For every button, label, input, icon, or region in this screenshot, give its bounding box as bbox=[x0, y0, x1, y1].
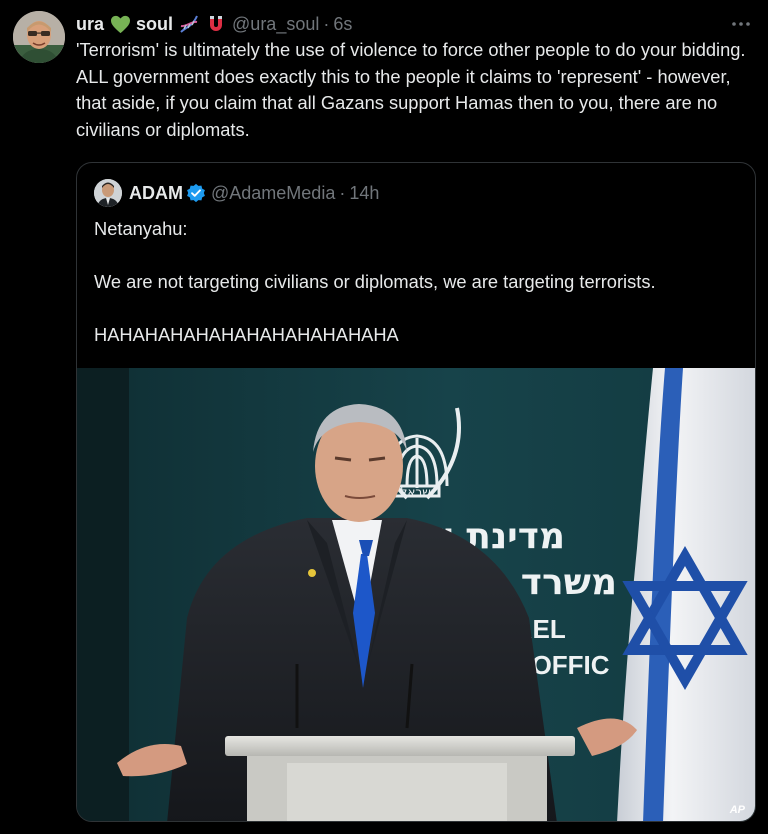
author-name-text: ura bbox=[76, 14, 105, 34]
verified-badge-icon bbox=[186, 183, 206, 203]
quoted-line: We are not targeting civilians or diplom… bbox=[94, 271, 656, 292]
quoted-line: Netanyahu: bbox=[94, 218, 188, 239]
tweet[interactable]: ura soul @ura_soul · 6s 'Terrorism' is u… bbox=[0, 0, 768, 834]
quoted-line-blank bbox=[94, 243, 744, 270]
quoted-avatar[interactable] bbox=[94, 179, 122, 207]
author-name[interactable]: ura soul bbox=[76, 12, 232, 36]
quoted-tweet[interactable]: ADAM @AdameMedia · 14h Netanyahu: We are… bbox=[76, 162, 756, 822]
avatar[interactable] bbox=[13, 11, 65, 63]
photo-credit: AP bbox=[729, 804, 745, 816]
separator-dot: · bbox=[323, 14, 330, 34]
quoted-line: HAHAHAHAHAHAHAHAHAHAHAHA bbox=[94, 324, 399, 345]
dna-icon bbox=[178, 13, 200, 35]
press-conference-photo: ישראל מדינת ישראל משרד ראש RAEL S OFFIC bbox=[77, 368, 755, 821]
quoted-separator-dot: · bbox=[339, 182, 346, 203]
quoted-tweet-header: ADAM @AdameMedia · 14h bbox=[94, 179, 379, 207]
quoted-line-blank bbox=[94, 296, 744, 323]
quoted-timestamp[interactable]: 14h bbox=[349, 183, 379, 204]
more-options-icon[interactable] bbox=[728, 14, 754, 34]
green-heart-icon bbox=[109, 13, 131, 35]
tweet-header: ura soul @ura_soul · 6s bbox=[76, 12, 352, 36]
podium bbox=[225, 736, 575, 821]
author-handle[interactable]: @ura_soul bbox=[232, 12, 319, 36]
quoted-tweet-text: Netanyahu: We are not targeting civilian… bbox=[94, 216, 744, 349]
timestamp[interactable]: 6s bbox=[333, 12, 352, 36]
quoted-author-name[interactable]: ADAM bbox=[129, 183, 183, 204]
quoted-author-handle[interactable]: @AdameMedia bbox=[211, 183, 335, 204]
author-name-suffix: soul bbox=[136, 14, 174, 34]
emblem-caption: ישראל bbox=[401, 485, 434, 499]
avatar-image bbox=[13, 11, 65, 63]
quoted-tweet-photo[interactable]: ישראל מדינת ישראל משרד ראש RAEL S OFFIC bbox=[77, 368, 755, 821]
tweet-text: 'Terrorism' is ultimately the use of vio… bbox=[76, 39, 746, 140]
magnet-icon bbox=[205, 13, 227, 35]
